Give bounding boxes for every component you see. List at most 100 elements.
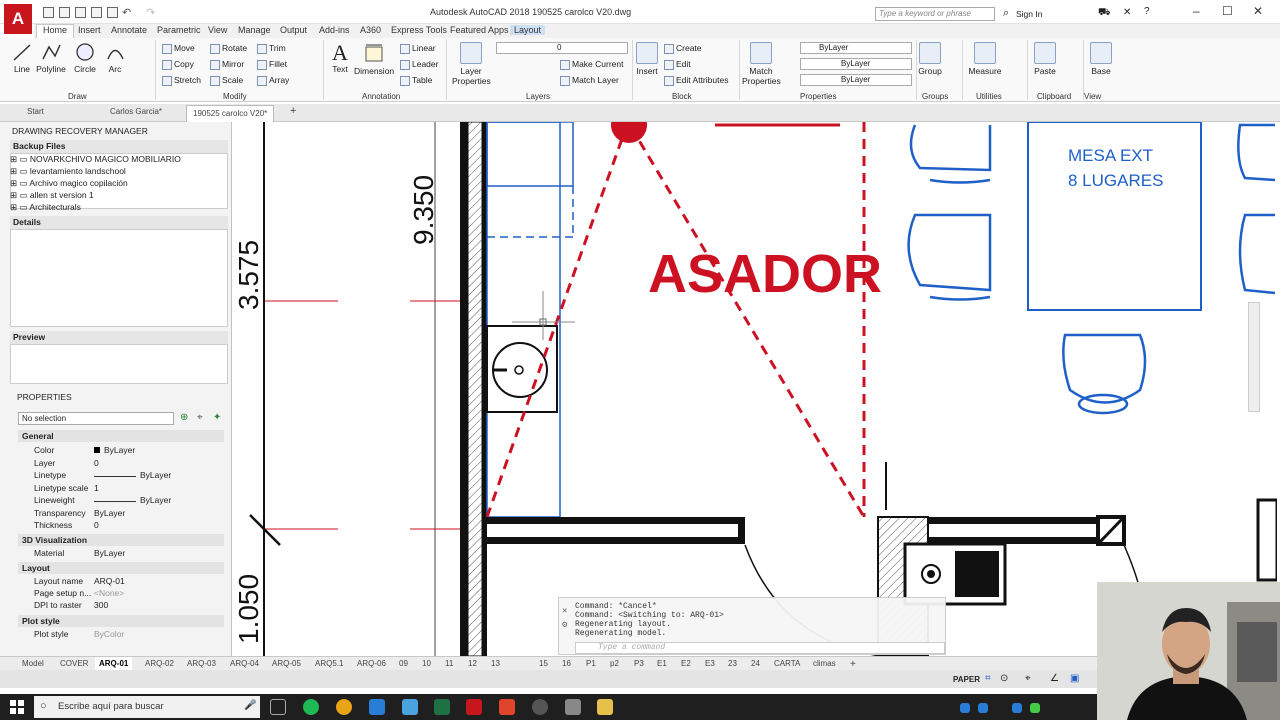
layout-tab-active[interactable]: ARQ-01 — [95, 657, 133, 671]
fillet-button[interactable]: Fillet — [257, 59, 287, 70]
property-row[interactable]: Plot style ByColor — [24, 629, 224, 641]
chrome-icon[interactable] — [336, 699, 352, 715]
property-row[interactable]: Transparency ByLayer — [24, 508, 224, 520]
property-row[interactable]: Page setup n... <None> — [24, 588, 224, 600]
layout-tab[interactable]: ARQ-06 — [357, 659, 386, 668]
app-icon[interactable] — [532, 699, 548, 715]
navigation-bar[interactable] — [1248, 302, 1260, 412]
cart-icon[interactable]: ⛟ — [1098, 7, 1111, 20]
excel-icon[interactable] — [434, 699, 450, 715]
block-panel-title[interactable]: Block — [672, 92, 692, 101]
property-row[interactable]: Linetype ByLayer — [24, 470, 224, 482]
save-as-icon[interactable] — [91, 7, 102, 18]
layout-tab[interactable]: E1 — [657, 659, 667, 668]
tab-express-tools[interactable]: Express Tools — [391, 25, 447, 35]
property-row[interactable]: Layout name ARQ-01 — [24, 576, 224, 588]
tab-addins[interactable]: Add-ins — [319, 25, 350, 35]
tab-output[interactable]: Output — [280, 25, 307, 35]
groups-panel-title[interactable]: Groups — [922, 92, 948, 101]
clipboard-panel-title[interactable]: Clipboard — [1037, 92, 1071, 101]
new-icon[interactable] — [43, 7, 54, 18]
table-button[interactable]: Table — [400, 75, 432, 86]
tab-annotate[interactable]: Annotate — [111, 25, 147, 35]
layout-tab[interactable]: ARQ-03 — [187, 659, 216, 668]
property-row[interactable]: DPI to raster 300 — [24, 600, 224, 612]
property-row[interactable]: Lineweight ByLayer — [24, 495, 224, 507]
utilities-panel-title[interactable]: Utilities — [976, 92, 1002, 101]
lineweight-dropdown[interactable]: ByLayer — [800, 74, 912, 86]
app-icon[interactable] — [499, 699, 515, 715]
list-item[interactable]: ⊞ ▭ levantamiento landschool — [10, 166, 126, 177]
view-panel-title[interactable]: View — [1084, 92, 1101, 101]
windows-start-icon[interactable] — [10, 700, 24, 714]
tab-view[interactable]: View — [208, 25, 227, 35]
layout-tab[interactable]: climas — [813, 659, 836, 668]
layer-dropdown[interactable]: 0 — [496, 42, 628, 54]
tab-a360[interactable]: A360 — [360, 25, 381, 35]
mirror-button[interactable]: Mirror — [210, 59, 244, 70]
edit-block-button[interactable]: Edit — [664, 59, 691, 70]
rotate-button[interactable]: Rotate — [210, 43, 247, 54]
layout-tab[interactable]: CARTA — [774, 659, 800, 668]
lineweight-icon[interactable]: ∠ — [1050, 673, 1059, 684]
layout-tab[interactable]: COVER — [60, 659, 88, 668]
details-header[interactable]: Details — [10, 216, 228, 229]
osnap-icon[interactable]: ⌖ — [1025, 673, 1031, 684]
wrench-icon[interactable]: ⚙ — [562, 620, 567, 630]
undo-icon[interactable]: ↶ — [122, 6, 131, 19]
sign-in-link[interactable]: Sign In — [1016, 9, 1042, 19]
match-layer-button[interactable]: Match Layer — [560, 75, 619, 86]
help-search-input[interactable]: Type a keyword or phrase — [875, 7, 995, 21]
layout-tab[interactable]: E2 — [681, 659, 691, 668]
create-block-button[interactable]: Create — [664, 43, 702, 54]
layout-tab-model[interactable]: Model — [22, 659, 44, 668]
layout-tab[interactable]: P1 — [586, 659, 596, 668]
new-tab-icon[interactable]: + — [290, 105, 296, 117]
trim-button[interactable]: Trim — [257, 43, 286, 54]
properties-panel-title[interactable]: Properties — [800, 92, 836, 101]
linear-button[interactable]: Linear — [400, 43, 436, 54]
app-icon[interactable] — [565, 699, 581, 715]
annotation-panel-title[interactable]: Annotation — [362, 92, 400, 101]
polar-icon[interactable]: ⊙ — [1000, 673, 1008, 684]
search-icon[interactable]: ⌕ — [1003, 7, 1009, 20]
copy-button[interactable]: Copy — [162, 59, 194, 70]
stretch-button[interactable]: Stretch — [162, 75, 201, 86]
layout-tab[interactable]: 12 — [468, 659, 477, 668]
close-icon[interactable]: ✕ — [562, 606, 567, 616]
list-item[interactable]: ⊞ ▭ Architecturals — [10, 202, 81, 213]
tab-home[interactable]: Home — [36, 24, 75, 39]
open-icon[interactable] — [59, 7, 70, 18]
microphone-icon[interactable]: 🎤 — [244, 700, 256, 711]
scale-button[interactable]: Scale — [210, 75, 243, 86]
tab-insert[interactable]: Insert — [78, 25, 101, 35]
tab-manage[interactable]: Manage — [238, 25, 271, 35]
help-icon[interactable]: ? — [1144, 6, 1150, 17]
plot-icon[interactable] — [107, 7, 118, 18]
quick-select-icon[interactable]: ⊕ — [180, 412, 188, 423]
layout-tab[interactable]: 10 — [422, 659, 431, 668]
layout-tab[interactable]: P3 — [634, 659, 644, 668]
polyline-button[interactable]: Polyline — [36, 42, 66, 74]
layout-tab[interactable]: 23 — [728, 659, 737, 668]
taskbar-search[interactable]: Escribe aquí para buscar — [34, 696, 260, 718]
snap-icon[interactable]: ⌗ — [985, 673, 991, 684]
layout-tab[interactable]: 24 — [751, 659, 760, 668]
paper-space-toggle[interactable]: PAPER — [953, 675, 980, 684]
group-button[interactable]: Group — [918, 42, 942, 76]
file-tab-start[interactable]: Start — [27, 107, 44, 116]
arc-button[interactable]: Arc — [104, 42, 126, 74]
file-tab-carolco[interactable]: 190525 carolco V20* — [186, 105, 275, 122]
selection-dropdown[interactable]: No selection — [18, 412, 174, 425]
color-dropdown[interactable]: ByLayer — [800, 42, 912, 54]
tray-icon[interactable] — [1012, 703, 1022, 713]
property-row[interactable]: Color ByLayer — [24, 445, 224, 457]
leader-button[interactable]: Leader — [400, 59, 438, 70]
tray-icon[interactable] — [978, 703, 988, 713]
layout-tab[interactable]: 16 — [562, 659, 571, 668]
layout-tab[interactable]: ARQ5.1 — [315, 659, 343, 668]
file-explorer-icon[interactable] — [597, 699, 613, 715]
layout-tab[interactable]: 11 — [445, 659, 453, 668]
layout-tab[interactable]: ARQ-04 — [230, 659, 259, 668]
save-icon[interactable] — [75, 7, 86, 18]
